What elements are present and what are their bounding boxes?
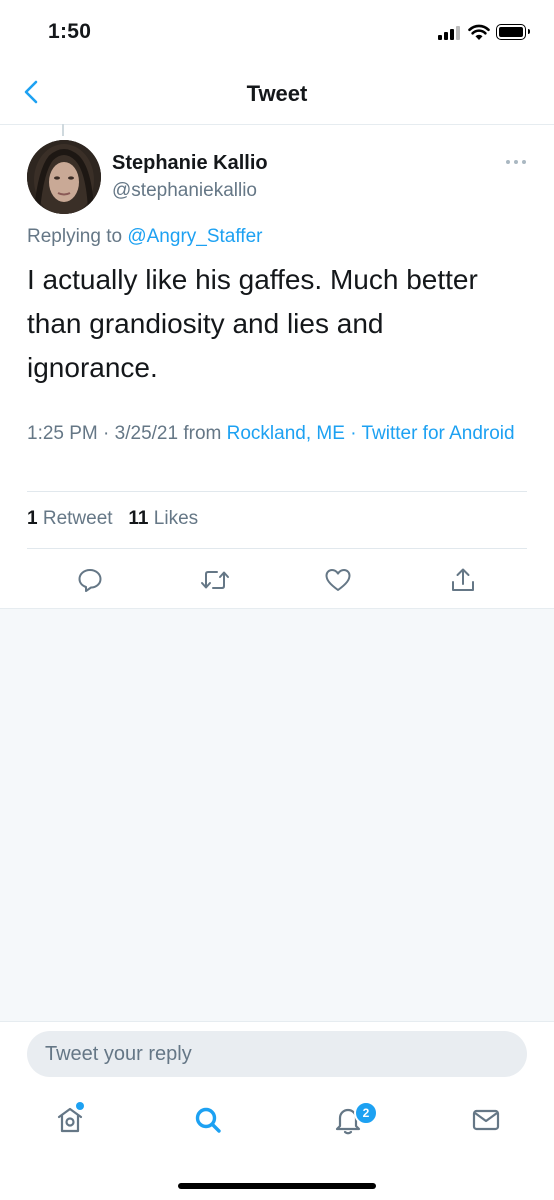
messages-icon [472,1109,500,1131]
retweet-label: Retweet [42,508,113,529]
page-title: Tweet [246,81,308,106]
home-new-indicator [76,1102,84,1110]
replying-to-link[interactable]: @Angry_Staffer [127,226,262,247]
reply-button[interactable] [70,562,110,598]
cellular-signal-icon [438,26,462,40]
tab-messages[interactable] [466,1100,506,1140]
notifications-badge: 2 [354,1101,378,1125]
like-icon [325,569,351,591]
empty-replies-area [0,608,554,1022]
like-count: 11 [128,508,149,529]
navigation-header: Tweet [0,60,554,125]
reply-input[interactable]: Tweet your reply [27,1031,527,1077]
tab-home[interactable] [50,1100,90,1140]
location-link[interactable]: Rockland, ME [227,423,345,444]
wifi-icon [468,24,490,40]
from-label: from [183,423,222,444]
meta-separator: · [103,423,110,444]
source-link[interactable]: Twitter for Android [361,423,514,444]
like-button[interactable] [318,562,358,598]
retweet-button[interactable] [195,562,235,598]
reply-placeholder: Tweet your reply [45,1043,192,1065]
retweet-stat[interactable]: 1 Retweet [27,508,113,529]
status-time: 1:50 [48,20,92,43]
replying-to-label: Replying to [27,226,123,247]
thread-connector-line [62,124,64,136]
tweet-text: I actually like his gaffes. Much better … [27,264,478,383]
tweet-metadata: 1:25 PM · 3/25/21 from Rockland, ME · Tw… [27,420,517,448]
tweet-stats: 1 Retweet 11 Likes [27,508,198,530]
likes-stat[interactable]: 11 Likes [128,508,198,529]
home-indicator [178,1183,376,1189]
tab-search[interactable] [188,1100,228,1140]
avatar-photo [27,140,101,214]
author-name[interactable]: Stephanie Kallio [112,152,268,175]
tweet-time: 1:25 PM [27,423,98,444]
replying-to: Replying to @Angry_Staffer [27,226,262,248]
share-button[interactable] [443,562,483,598]
retweet-count: 1 [27,508,38,529]
avatar[interactable] [27,140,101,214]
author-handle[interactable]: @stephaniekallio [112,180,257,202]
meta-separator-2: · [350,423,357,444]
divider [27,491,527,492]
reply-icon [78,569,102,592]
share-icon [452,568,474,591]
more-button[interactable] [504,152,528,172]
tweet-date: 3/25/21 [114,423,179,444]
retweet-icon [201,571,229,589]
more-icon [506,160,526,164]
search-icon [195,1107,221,1133]
likes-label: Likes [153,508,199,529]
divider [27,548,527,549]
battery-icon [496,24,530,40]
